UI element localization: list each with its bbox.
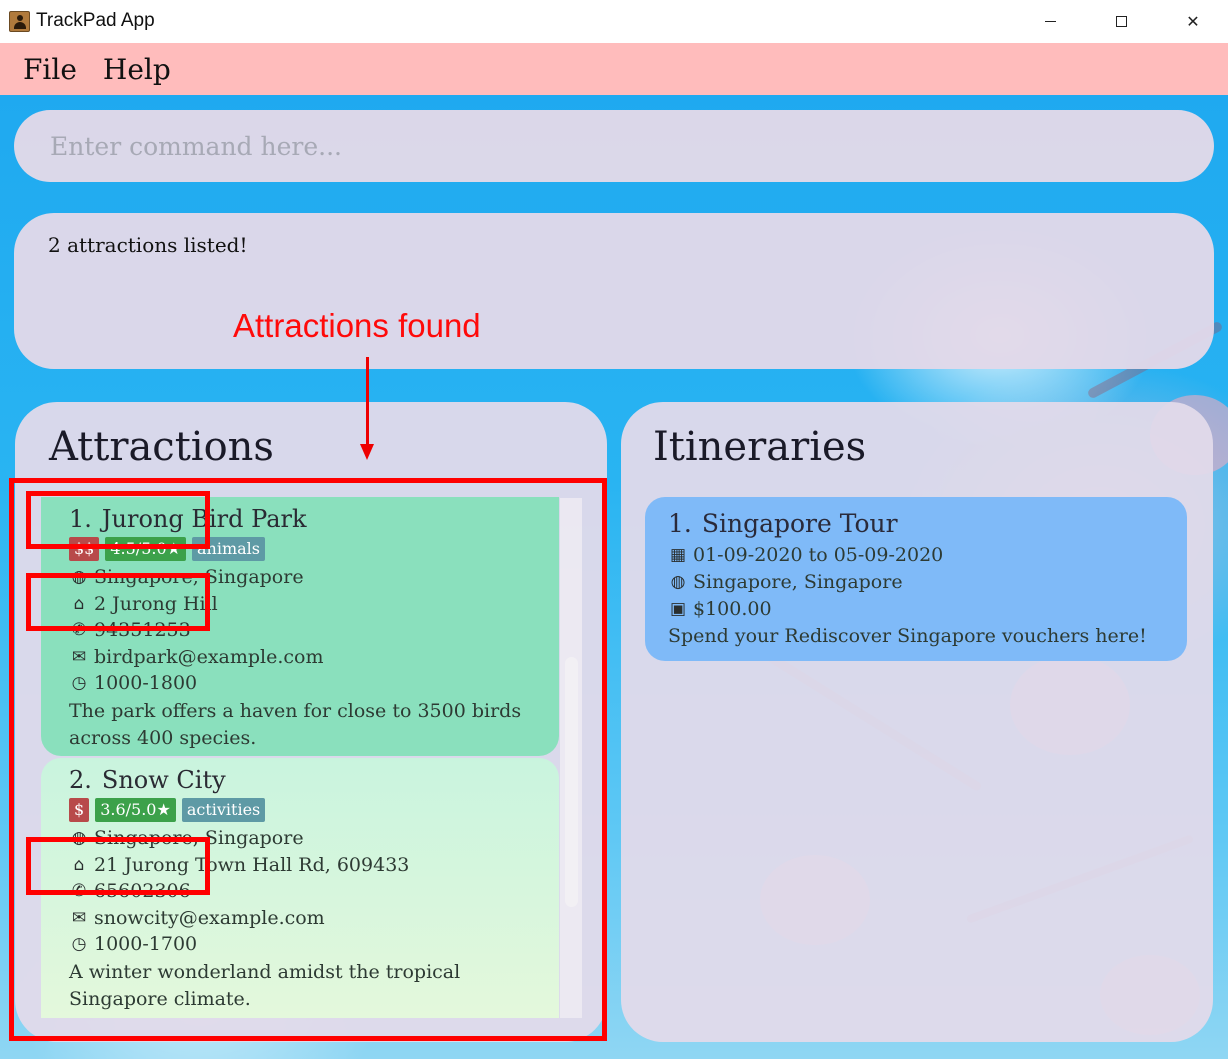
close-button[interactable]: ✕ [1170,0,1216,43]
result-display: 2 attractions listed! [14,213,1214,369]
itinerary-budget: ▣ $100.00 [668,595,1164,622]
budget-text: $100.00 [693,597,772,620]
attractions-title: Attractions [49,424,274,470]
itinerary-location: ◍ Singapore, Singapore [668,568,1164,595]
close-icon: ✕ [1186,12,1200,31]
location-text: Singapore, Singapore [693,570,903,593]
itinerary-description: Spend your Rediscover Singapore vouchers… [668,622,1164,649]
money-icon: ▣ [669,598,687,619]
command-input[interactable] [50,131,1214,161]
itinerary-dates: ▦ 01-09-2020 to 05-09-2020 [668,541,1164,568]
annotation-label: Attractions found [233,307,481,344]
window-title: TrackPad App [36,10,155,31]
menu-bar: File Help [0,43,1228,95]
description-text: Spend your Rediscover Singapore vouchers… [668,624,1147,647]
annotation-box-address-2 [26,837,210,895]
result-text: 2 attractions listed! [48,233,248,257]
menu-help[interactable]: Help [103,53,171,86]
annotation-arrow [366,357,369,447]
title-bar: TrackPad App ✕ [0,0,1228,43]
maximize-icon [1115,16,1127,27]
dates-text: 01-09-2020 to 05-09-2020 [693,543,944,566]
itinerary-name-text: Singapore Tour [701,509,898,538]
command-box [14,110,1214,182]
calendar-icon: ▦ [669,544,687,565]
app-icon [9,11,30,32]
annotation-box-list [9,478,607,1041]
itinerary-name: 1. Singapore Tour [668,507,1164,541]
itinerary-card[interactable]: 1. Singapore Tour ▦ 01-09-2020 to 05-09-20… [645,497,1187,661]
maximize-button[interactable] [1098,0,1144,43]
minimize-icon [1044,21,1056,22]
annotation-arrow-head [360,444,374,460]
globe-icon: ◍ [670,571,686,592]
minimize-button[interactable] [1027,0,1073,43]
itinerary-index: 1. [668,509,692,538]
annotation-box-address [26,573,210,631]
menu-file[interactable]: File [23,53,77,86]
itineraries-title: Itineraries [653,424,867,470]
annotation-box-name [26,491,210,549]
